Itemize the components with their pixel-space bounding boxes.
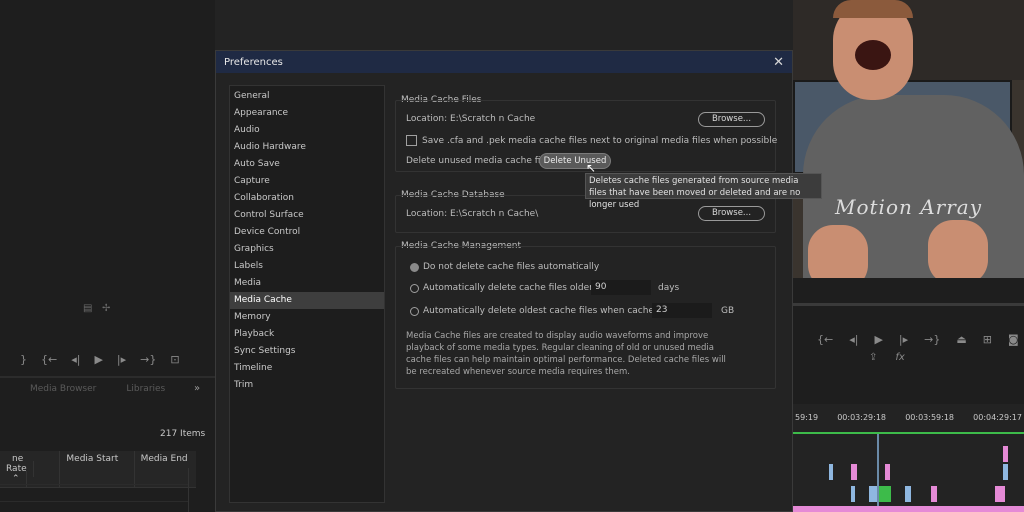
cache-size-input[interactable]: 23 bbox=[652, 303, 712, 318]
clip-audio[interactable] bbox=[931, 486, 937, 502]
database-location-row: Location: E:\Scratch n Cache\ bbox=[406, 209, 538, 219]
save-cfa-pek-label: Save .cfa and .pek media cache files nex… bbox=[422, 135, 778, 146]
sidebar-item-graphics[interactable]: Graphics bbox=[230, 241, 384, 258]
clip-audio[interactable] bbox=[879, 486, 891, 502]
step-forward-icon[interactable]: |▸ bbox=[899, 333, 908, 346]
program-controls-panel: {← ◂| ▶ |▸ →} ⏏ ⊞ ◙ ⇪ fx bbox=[793, 278, 1024, 404]
clip-audio[interactable] bbox=[851, 486, 855, 502]
goto-in-icon[interactable]: {← bbox=[817, 333, 833, 346]
clip-video[interactable] bbox=[1003, 446, 1008, 462]
goto-out-icon[interactable]: →} bbox=[924, 333, 940, 346]
top-panel-background bbox=[215, 0, 795, 50]
option-older-radio[interactable] bbox=[410, 283, 419, 293]
dialog-title: Preferences bbox=[224, 56, 283, 68]
option-older-row: Automatically delete cache files older t… bbox=[410, 283, 619, 293]
export-frame-icon[interactable]: ⇪ bbox=[869, 352, 877, 363]
safe-margins-icon[interactable]: ▤ ✢ bbox=[83, 303, 110, 314]
clip-audio[interactable] bbox=[995, 486, 1005, 502]
sidebar-item-audio[interactable]: Audio bbox=[230, 122, 384, 139]
items-count: 217 Items bbox=[160, 429, 206, 439]
sidebar-item-timeline[interactable]: Timeline bbox=[230, 360, 384, 377]
timeline-ruler: 59:19 00:03:29:18 00:03:59:18 00:04:29:1… bbox=[795, 413, 1022, 422]
sidebar-item-control-surface[interactable]: Control Surface bbox=[230, 207, 384, 224]
program-monitor-video: Motion Array bbox=[793, 0, 1024, 278]
extract-icon[interactable]: ⊞ bbox=[983, 333, 992, 346]
sidebar-item-device-control[interactable]: Device Control bbox=[230, 224, 384, 241]
cache-files-browse-button[interactable]: Browse... bbox=[698, 112, 765, 127]
clip-video[interactable] bbox=[1003, 464, 1008, 480]
sidebar-item-trim[interactable]: Trim bbox=[230, 377, 384, 394]
tab-libraries[interactable]: Libraries bbox=[126, 384, 165, 394]
sidebar-item-general[interactable]: General bbox=[230, 88, 384, 105]
database-browse-button[interactable]: Browse... bbox=[698, 206, 765, 221]
clip-audio[interactable] bbox=[869, 486, 877, 502]
sidebar-item-appearance[interactable]: Appearance bbox=[230, 105, 384, 122]
option-older-label: Automatically delete cache files older t… bbox=[423, 283, 620, 293]
clip-video[interactable] bbox=[885, 464, 890, 480]
project-list-area bbox=[0, 468, 189, 512]
fx-icon[interactable]: fx bbox=[895, 352, 904, 363]
insert-icon[interactable]: ⊡ bbox=[170, 353, 179, 366]
delete-unused-label: Delete unused media cache files bbox=[406, 156, 554, 166]
sidebar-item-collaboration[interactable]: Collaboration bbox=[230, 190, 384, 207]
option-no-delete-row: Do not delete cache files automatically bbox=[410, 262, 599, 272]
cache-files-location-label: Location: bbox=[406, 114, 448, 124]
tab-media-browser[interactable]: Media Browser bbox=[30, 384, 96, 394]
source-transport-controls: } {← ◂| ▶ |▸ →} ⊡ bbox=[20, 353, 180, 366]
close-icon[interactable]: ✕ bbox=[773, 55, 784, 70]
goto-out-icon[interactable]: →} bbox=[140, 353, 156, 366]
clip-video[interactable] bbox=[829, 464, 833, 480]
cache-files-location-row: Location: E:\Scratch n Cache bbox=[406, 114, 535, 124]
sidebar-item-memory[interactable]: Memory bbox=[230, 309, 384, 326]
older-days-unit: days bbox=[658, 283, 680, 293]
render-bar bbox=[793, 432, 1024, 434]
sidebar-item-capture[interactable]: Capture bbox=[230, 173, 384, 190]
panel-tabs: Media Browser Libraries bbox=[30, 384, 165, 394]
step-forward-icon[interactable]: |▸ bbox=[117, 353, 126, 366]
option-no-delete-radio[interactable] bbox=[410, 262, 419, 272]
sidebar-item-media-cache[interactable]: Media Cache bbox=[230, 292, 384, 309]
preferences-sidebar: General Appearance Audio Audio Hardware … bbox=[229, 85, 385, 503]
save-cfa-pek-row: Save .cfa and .pek media cache files nex… bbox=[406, 135, 777, 146]
presenter-mouth bbox=[855, 40, 891, 70]
delete-unused-tooltip: Deletes cache files generated from sourc… bbox=[585, 173, 822, 210]
delete-unused-button[interactable]: Delete Unused bbox=[539, 153, 611, 169]
goto-in-icon[interactable]: {← bbox=[41, 353, 57, 366]
panel-divider bbox=[0, 376, 215, 378]
clip-audio[interactable] bbox=[905, 486, 911, 502]
dialog-titlebar: Preferences ✕ bbox=[216, 51, 792, 73]
step-back-icon[interactable]: ◂| bbox=[71, 353, 80, 366]
camera-icon[interactable]: ◙ bbox=[1008, 333, 1019, 346]
timeline-track-bar bbox=[793, 506, 1024, 512]
sidebar-item-labels[interactable]: Labels bbox=[230, 258, 384, 275]
preferences-dialog: Preferences ✕ General Appearance Audio A… bbox=[215, 50, 793, 512]
database-location-value: E:\Scratch n Cache\ bbox=[449, 209, 539, 219]
sidebar-item-media[interactable]: Media bbox=[230, 275, 384, 292]
sidebar-item-sync-settings[interactable]: Sync Settings bbox=[230, 343, 384, 360]
timeline-panel: 59:19 00:03:29:18 00:03:59:18 00:04:29:1… bbox=[793, 404, 1024, 512]
older-days-input[interactable]: 90 bbox=[591, 280, 651, 295]
sidebar-item-audio-hardware[interactable]: Audio Hardware bbox=[230, 139, 384, 156]
play-icon[interactable]: ▶ bbox=[874, 333, 882, 346]
media-cache-description: Media Cache files are created to display… bbox=[406, 331, 726, 377]
step-back-icon[interactable]: ◂| bbox=[849, 333, 858, 346]
presenter-hair bbox=[833, 0, 913, 18]
save-cfa-pek-checkbox[interactable] bbox=[406, 135, 417, 146]
lift-icon[interactable]: ⏏ bbox=[956, 333, 966, 346]
sidebar-item-playback[interactable]: Playback bbox=[230, 326, 384, 343]
panel-overflow-icon[interactable]: » bbox=[194, 383, 200, 394]
clip-video[interactable] bbox=[851, 464, 857, 480]
cache-size-unit: GB bbox=[721, 306, 735, 316]
presenter-hands bbox=[808, 215, 1008, 278]
option-no-delete-label: Do not delete cache files automatically bbox=[423, 262, 600, 272]
database-location-label: Location: bbox=[406, 209, 448, 219]
sidebar-item-auto-save[interactable]: Auto Save bbox=[230, 156, 384, 173]
mark-out-icon[interactable]: } bbox=[20, 353, 27, 366]
option-size-radio[interactable] bbox=[410, 306, 419, 316]
play-icon[interactable]: ▶ bbox=[94, 353, 102, 366]
cache-files-location-value: E:\Scratch n Cache bbox=[449, 114, 536, 124]
